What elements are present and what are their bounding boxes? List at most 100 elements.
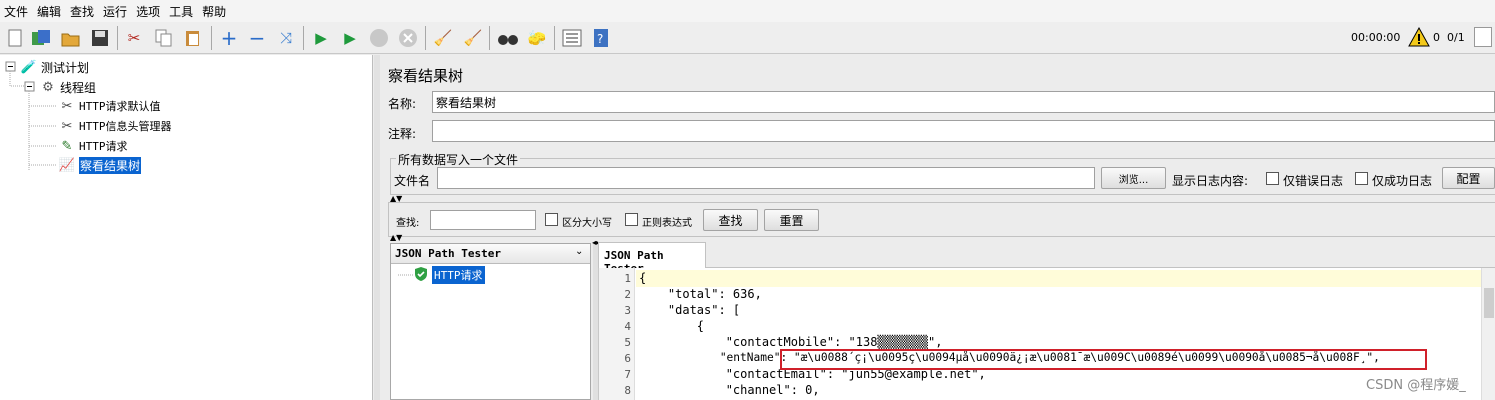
highlight-box (780, 349, 1427, 370)
menu-file[interactable]: 文件 (0, 3, 33, 20)
warning-count: 0 (1433, 31, 1440, 44)
line-number: 6 (624, 352, 631, 365)
code-line: "channel": 0, (639, 383, 820, 397)
tree-item-thread-group[interactable]: ⚙ 线程组 (39, 78, 96, 96)
svg-text:?: ? (597, 32, 603, 46)
configure-button[interactable]: 配置 (1442, 167, 1495, 189)
tree-item-label: 测试计划 (41, 60, 90, 75)
test-plan-tree: 🧪 测试计划 ⚙ 线程组 ✂ HTTP请求默认值 ✂ HTTP信息头管理器 ✎ … (0, 55, 373, 400)
listener-icon: 📈 (58, 157, 76, 173)
line-number: 7 (624, 368, 631, 381)
stop-icon[interactable] (368, 27, 390, 49)
start-no-pause-icon[interactable]: ▶ (339, 27, 361, 49)
regex-checkbox[interactable] (625, 213, 638, 226)
test-plan-icon: 🧪 (20, 59, 38, 75)
chevron-down-icon: ⌄ (575, 246, 584, 257)
case-sensitive-label: 区分大小写 (562, 218, 612, 229)
code-line: "total": 636, (639, 287, 762, 301)
clear-icon[interactable]: 🧹 (432, 27, 454, 49)
tree-item-http-defaults[interactable]: ✂ HTTP请求默认值 (58, 97, 161, 115)
line-number: 5 (624, 336, 631, 349)
tree-item-label: HTTP信息头管理器 (79, 120, 172, 133)
renderer-select[interactable]: JSON Path Tester ⌄ (391, 244, 590, 264)
tab-json-path-tester[interactable]: JSON Path Tester (598, 242, 706, 275)
elapsed-timer: 00:00:00 (1351, 31, 1401, 44)
case-sensitive-checkbox[interactable] (545, 213, 558, 226)
toggle-icon[interactable]: ⤨ (275, 27, 297, 49)
expand-icon[interactable]: + (218, 26, 240, 50)
success-only-label: 仅成功日志 (1372, 174, 1433, 188)
line-number: 2 (624, 288, 631, 301)
toolbar: ✂ + − ⤨ ▶ ▶ 🧹 🧹 🧽 ? 00:00:00 0 0/1 (0, 22, 1495, 54)
status-indicator[interactable] (1474, 27, 1492, 47)
errors-only-label: 仅错误日志 (1283, 174, 1344, 188)
tree-item-test-plan[interactable]: 🧪 测试计划 (20, 58, 89, 76)
tree-item-label: 察看结果树 (79, 156, 142, 174)
header-manager-icon: ✂ (61, 118, 73, 134)
reset-button[interactable]: 重置 (764, 209, 819, 231)
line-number: 4 (624, 320, 631, 333)
line-number: 1 (624, 272, 631, 285)
http-sampler-icon: ✎ (61, 138, 73, 154)
menu-run[interactable]: 运行 (99, 3, 132, 20)
help-icon[interactable]: ? (590, 27, 612, 49)
success-only-checkbox[interactable] (1355, 172, 1368, 185)
tree-item-header-manager[interactable]: ✂ HTTP信息头管理器 (58, 117, 172, 135)
comment-label: 注释: (388, 127, 417, 141)
collapse-arrows-icon[interactable]: ▲▼ (390, 233, 402, 242)
name-field[interactable] (432, 91, 1495, 113)
menu-search[interactable]: 查找 (66, 3, 99, 20)
clear-all-icon[interactable]: 🧹 (462, 27, 484, 49)
code-line: "contactMobile": "138▒▒▒▒▒▒▒", (639, 335, 943, 349)
success-shield-icon (413, 266, 429, 285)
menu-options[interactable]: 选项 (132, 3, 165, 20)
scrollbar-thumb[interactable] (1484, 288, 1494, 318)
search-icon[interactable] (497, 27, 519, 49)
menu-tools[interactable]: 工具 (165, 3, 198, 20)
tree-item-label: HTTP请求默认值 (79, 100, 161, 113)
function-helper-icon[interactable] (561, 27, 583, 49)
menu-edit[interactable]: 编辑 (33, 3, 66, 20)
line-number: 3 (624, 304, 631, 317)
warning-icon[interactable] (1408, 26, 1430, 50)
renderer-select-value: JSON Path Tester (395, 247, 501, 260)
response-body-editor[interactable]: 1 { 2 "total": 636, 3 "datas": [ 4 { 5 "… (598, 268, 1495, 400)
vertical-scrollbar[interactable] (1481, 268, 1495, 400)
file-name-field[interactable] (437, 167, 1095, 189)
regex-label: 正则表达式 (642, 218, 692, 229)
tab-strip (598, 242, 1495, 268)
code-line: { (639, 319, 705, 333)
browse-button[interactable]: 浏览... (1101, 167, 1166, 189)
watermark: CSDN @程序媛_ (1366, 378, 1466, 393)
code-line: "datas": [ (639, 303, 741, 317)
tree-item-http-request[interactable]: ✎ HTTP请求 (58, 137, 128, 155)
file-name-label: 文件名 (394, 174, 431, 188)
shutdown-icon[interactable] (397, 27, 419, 49)
paste-icon[interactable] (182, 27, 204, 49)
save-icon[interactable] (89, 27, 111, 49)
code-line: { (639, 271, 647, 285)
search-input[interactable] (430, 210, 536, 230)
templates-icon[interactable] (30, 27, 52, 49)
thread-group-icon: ⚙ (42, 79, 54, 95)
cut-icon[interactable]: ✂ (123, 27, 145, 49)
sample-result-item[interactable]: HTTP请求 (432, 266, 485, 284)
search-label: 查找: (396, 218, 420, 229)
line-number: 8 (624, 384, 631, 397)
file-section-title: 所有数据写入一个文件 (396, 151, 521, 168)
collapse-icon[interactable]: − (246, 26, 268, 50)
open-icon[interactable] (60, 27, 82, 49)
menu-help[interactable]: 帮助 (198, 3, 231, 20)
tree-item-label: 线程组 (60, 80, 97, 95)
name-label: 名称: (388, 97, 417, 111)
copy-icon[interactable] (153, 27, 175, 49)
panel-title: 察看结果树 (388, 67, 464, 85)
thread-count: 0/1 (1447, 31, 1465, 44)
errors-only-checkbox[interactable] (1266, 172, 1279, 185)
find-button[interactable]: 查找 (703, 209, 758, 231)
start-icon[interactable]: ▶ (310, 27, 332, 49)
comment-field[interactable] (432, 120, 1495, 142)
reset-search-icon[interactable]: 🧽 (526, 27, 548, 49)
tree-item-view-results-tree[interactable]: 📈 察看结果树 (58, 156, 142, 174)
new-icon[interactable] (4, 27, 26, 49)
